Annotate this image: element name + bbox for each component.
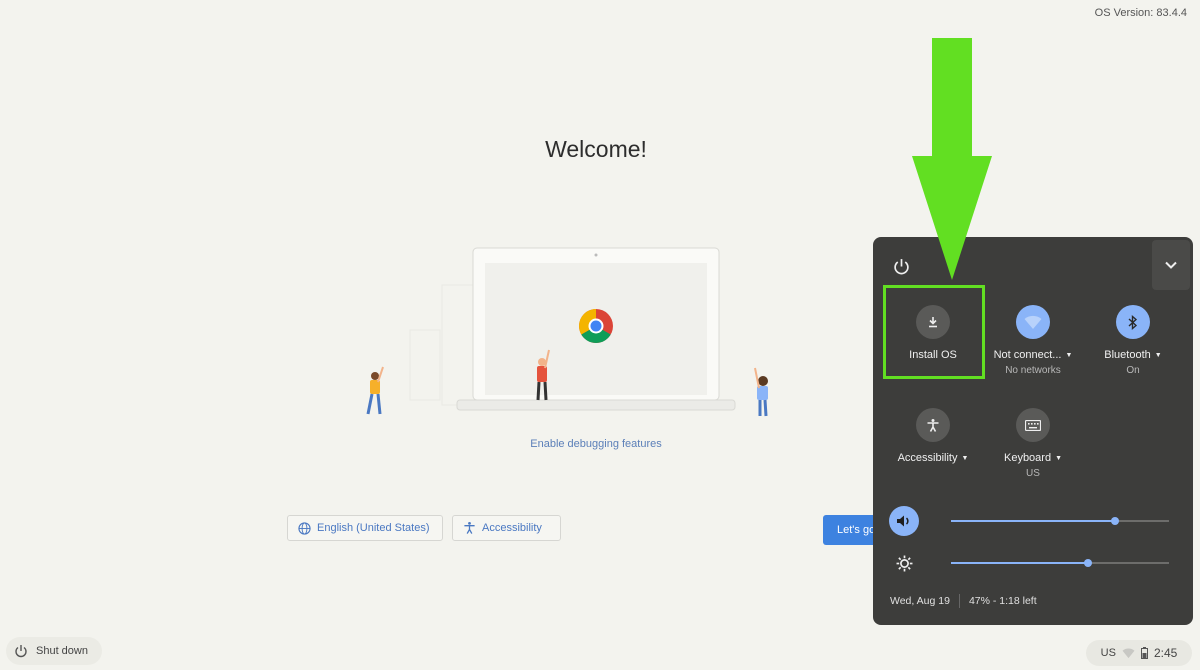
quick-settings-panel: Install OS Not connect... ▼ No networks B…	[873, 237, 1193, 625]
battery-icon	[1140, 647, 1148, 659]
power-icon	[15, 645, 27, 658]
battery-status[interactable]: 47% - 1:18 left	[969, 595, 1037, 607]
clock: 2:45	[1153, 646, 1178, 660]
keyboard-icon	[1025, 419, 1041, 431]
power-icon	[893, 258, 909, 274]
annotation-arrow	[912, 38, 992, 280]
caret-down-icon: ▼	[961, 454, 969, 462]
shutdown-button[interactable]: Shut down	[6, 637, 102, 665]
network-tile[interactable]: Not connect... ▼ No networks	[983, 305, 1083, 376]
power-button[interactable]	[887, 252, 915, 280]
brightness-row	[889, 548, 1185, 578]
keyboard-label: Keyboard	[1003, 452, 1052, 464]
keyboard-toggle[interactable]	[1016, 408, 1050, 442]
footer-divider	[958, 594, 960, 608]
accessibility-label: Accessibility	[897, 452, 958, 464]
annotation-highlight-box	[883, 285, 985, 379]
bluetooth-status: On	[1126, 365, 1140, 376]
chevron-down-icon	[1165, 261, 1177, 269]
volume-row	[889, 506, 1185, 536]
accessibility-tile[interactable]: Accessibility ▼	[883, 408, 983, 464]
bluetooth-toggle[interactable]	[1116, 305, 1150, 339]
language-button-label: English (United States)	[317, 522, 430, 534]
welcome-title: Welcome!	[545, 136, 647, 162]
volume-toggle[interactable]	[889, 506, 919, 536]
bluetooth-tile[interactable]: Bluetooth ▼ On	[1083, 305, 1183, 376]
brightness-icon-button	[889, 548, 919, 578]
volume-slider-fill	[951, 520, 1115, 522]
collapse-button[interactable]	[1152, 240, 1190, 290]
status-tray[interactable]: US 2:45	[1086, 640, 1192, 666]
network-label: Not connect...	[993, 349, 1062, 361]
keyboard-layout: US	[1026, 468, 1040, 479]
brightness-slider-fill	[951, 562, 1089, 564]
language-button[interactable]: English (United States)	[287, 515, 443, 541]
volume-slider[interactable]	[951, 517, 1169, 525]
welcome-illustration	[366, 247, 768, 417]
volume-slider-thumb[interactable]	[1110, 517, 1119, 525]
accessibility-button[interactable]: Accessibility	[452, 515, 561, 541]
brightness-slider[interactable]	[951, 559, 1169, 567]
brightness-icon	[896, 555, 912, 571]
os-version-label: OS Version: 83.4.4	[1094, 7, 1187, 19]
accessibility-button-label: Accessibility	[482, 522, 542, 534]
accessibility-toggle[interactable]	[916, 408, 950, 442]
network-toggle[interactable]	[1016, 305, 1050, 339]
person-figure	[366, 366, 384, 415]
person-figure	[754, 367, 768, 417]
globe-icon	[298, 521, 311, 535]
accessibility-icon	[927, 418, 939, 432]
caret-down-icon: ▼	[1065, 351, 1073, 359]
chrome-logo-icon	[579, 309, 613, 343]
keyboard-tile[interactable]: Keyboard ▼ US	[983, 408, 1083, 479]
brightness-slider-thumb[interactable]	[1084, 559, 1093, 567]
bluetooth-icon	[1128, 314, 1138, 330]
shutdown-label: Shut down	[36, 645, 88, 657]
wifi-icon	[1122, 648, 1135, 658]
caret-down-icon: ▼	[1055, 454, 1063, 462]
input-method-indicator: US	[1100, 647, 1116, 659]
date-label[interactable]: Wed, Aug 19	[890, 595, 950, 607]
bluetooth-label: Bluetooth	[1104, 349, 1151, 361]
accessibility-icon	[464, 521, 475, 534]
volume-icon	[897, 515, 909, 527]
network-status: No networks	[1005, 365, 1061, 376]
caret-down-icon: ▼	[1154, 351, 1162, 359]
wifi-icon	[1024, 315, 1042, 329]
